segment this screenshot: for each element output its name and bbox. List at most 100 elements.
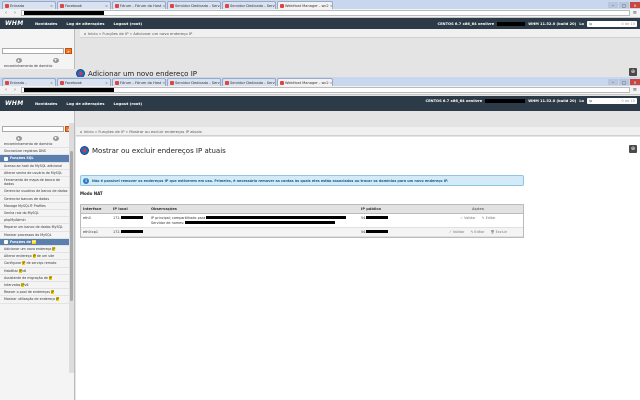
- whm-logo: WHM: [5, 20, 24, 27]
- favicon-icon: [225, 80, 229, 85]
- sidebar-search-input[interactable]: [2, 126, 64, 132]
- edit-button[interactable]: ✎ Editar: [470, 230, 484, 234]
- scrollbar-thumb[interactable]: [70, 151, 73, 301]
- sidebar-item[interactable]: Mostrar utilização de endereço IP: [0, 296, 74, 304]
- table-row: eth0:cp1 172. 54. ✓ Validar ✎ Editar 🗑 Excl…: [81, 228, 523, 237]
- whm-logo: WHM: [5, 100, 24, 107]
- nav-log-alteracoes[interactable]: Log de alterações: [66, 21, 104, 26]
- search-icon[interactable]: ⌕: [65, 48, 72, 54]
- sidebar-item[interactable]: Acesso ao host do MySQL adicional: [0, 163, 74, 170]
- forward-icon[interactable]: ›: [12, 87, 18, 93]
- sidebar-item[interactable]: Gerenciar usuários de banco de dados: [0, 188, 74, 196]
- forward-icon[interactable]: ›: [12, 10, 18, 16]
- sidebar-item[interactable]: phpMyAdmin: [0, 217, 74, 225]
- sidebar-item[interactable]: Adicionar um novo endereço IP: [0, 246, 74, 254]
- minimize-icon[interactable]: –: [608, 79, 618, 85]
- menu-icon[interactable]: ≡: [633, 87, 637, 93]
- expand-icon[interactable]: ⊕: [629, 145, 637, 153]
- browser-tab[interactable]: Servidor Dedicado - Serv×: [222, 1, 276, 9]
- nav-log-alteracoes[interactable]: Log de alterações: [66, 101, 104, 106]
- sidebar-scrollbar[interactable]: [69, 123, 74, 373]
- back-url-field[interactable]: [21, 10, 630, 16]
- url-field[interactable]: [21, 87, 630, 93]
- find-bar[interactable]: ip 0 de 10: [587, 98, 637, 104]
- browser-tab[interactable]: Entrada - ×: [2, 78, 56, 86]
- tab-strip: Entrada - × Facebook × Fórum - Fórum do Host…: [0, 77, 640, 86]
- close-tab-icon[interactable]: ×: [50, 4, 53, 8]
- sidebar-item[interactable]: Assistente de migração de IP: [0, 275, 74, 283]
- find-bar[interactable]: ip 0 de 10: [587, 20, 637, 27]
- browser-tab[interactable]: Facebook ×: [57, 1, 111, 9]
- maximize-icon[interactable]: □: [619, 79, 629, 85]
- os-info: CENTOS 6.7 x86_64 xenlivre: [437, 21, 495, 26]
- sidebar-item[interactable]: Manage MySQL® Profiles: [0, 203, 74, 211]
- close-tab-icon[interactable]: ×: [105, 81, 108, 85]
- back-address-bar: ‹ › ≡: [0, 9, 640, 18]
- sidebar-item[interactable]: Mostrar processos do MySQL: [0, 232, 74, 239]
- close-window-icon[interactable]: ×: [630, 2, 640, 8]
- favicon-icon: [5, 80, 9, 85]
- sidebar-item[interactable]: Reparar um banco de dados MySQL: [0, 224, 74, 232]
- section-icon: [4, 239, 8, 244]
- minimize-icon[interactable]: –: [608, 2, 618, 8]
- close-tab-icon[interactable]: ×: [50, 81, 53, 85]
- browser-tab[interactable]: Servidor Dedicado - Serv×: [222, 78, 276, 86]
- hostname-redacted: [485, 99, 526, 103]
- validate-button[interactable]: ✓ Validar: [460, 216, 476, 220]
- back-whm-header: WHM Novidades Log de alterações Logout (…: [0, 18, 640, 29]
- close-tab-icon[interactable]: ×: [162, 81, 165, 85]
- back-sidebar-item[interactable]: encaminhamento de domínio: [0, 63, 74, 71]
- browser-tab[interactable]: WebHost Manager - wc2 ×: [277, 1, 333, 9]
- info-icon: i: [83, 177, 89, 184]
- sidebar-item[interactable]: Configurar IP de serviço remoto: [0, 260, 74, 268]
- sidebar-section[interactable]: Funções de IP: [0, 238, 74, 247]
- browser-tab[interactable]: Facebook ×: [57, 78, 111, 86]
- expand-icon[interactable]: ⊕: [629, 68, 637, 76]
- search-highlight: IP: [19, 268, 23, 273]
- nav-novidades[interactable]: Novidades: [35, 101, 57, 106]
- nav-novidades[interactable]: Novidades: [35, 21, 57, 26]
- browser-tab[interactable]: Servidor Dedicado - Serv×: [167, 78, 221, 86]
- close-window-icon[interactable]: ×: [630, 79, 640, 85]
- close-tab-icon[interactable]: ×: [330, 81, 332, 85]
- table-header: Interface IP local Observações IP públic…: [81, 205, 523, 214]
- browser-tab[interactable]: Fórum - Fórum do Host ×: [112, 78, 166, 86]
- maximize-icon[interactable]: □: [619, 2, 629, 8]
- sidebar-item[interactable]: Senha raiz do MySQL: [0, 210, 74, 218]
- browser-tab[interactable]: Entrada ×: [2, 1, 56, 9]
- validate-button[interactable]: ✓ Validar: [449, 230, 465, 234]
- sidebar-item[interactable]: Sincronizar registros DNS: [0, 148, 74, 156]
- search-highlight: IP: [51, 290, 55, 295]
- down-arrow-icon[interactable]: ▼: [52, 135, 59, 141]
- close-tab-icon[interactable]: ×: [162, 4, 165, 8]
- delete-button[interactable]: 🗑 Excluir: [490, 230, 507, 234]
- back-icon[interactable]: ‹: [3, 10, 9, 16]
- back-icon[interactable]: ‹: [3, 87, 9, 93]
- sidebar-item[interactable]: Habilitar IPv6: [0, 268, 74, 275]
- sidebar-item[interactable]: Gerenciar bancos de dados: [0, 196, 74, 203]
- nav-logout[interactable]: Logout (root): [113, 21, 142, 26]
- sidebar-item[interactable]: Alterar endereço IP de um site: [0, 253, 74, 261]
- close-tab-icon[interactable]: ×: [105, 4, 108, 8]
- favicon-icon: [60, 80, 64, 85]
- browser-tab[interactable]: Servidor Dedicado - Serv×: [167, 1, 221, 9]
- up-arrow-icon[interactable]: ▲: [15, 57, 22, 63]
- whm-extra: Lo: [579, 99, 584, 103]
- browser-tab[interactable]: Fórum - Fórum do Host ×: [112, 1, 166, 9]
- ip-table: Interface IP local Observações IP públic…: [80, 204, 524, 238]
- sidebar-item[interactable]: Intervalos IPv6: [0, 282, 74, 290]
- up-arrow-icon[interactable]: ▲: [15, 135, 22, 141]
- menu-icon[interactable]: ≡: [633, 10, 637, 16]
- favicon-icon: [115, 3, 119, 8]
- sidebar-section[interactable]: Funções SQL: [0, 155, 74, 163]
- close-tab-icon[interactable]: ×: [330, 4, 332, 8]
- sidebar-item[interactable]: Ferramenta de mapa de banco de dados: [0, 177, 74, 189]
- nav-logout[interactable]: Logout (root): [113, 101, 142, 106]
- browser-tab[interactable]: WebHost Manager - wc2 ×: [277, 78, 333, 86]
- sidebar-item[interactable]: encaminhamento de domínio: [0, 141, 74, 149]
- down-arrow-icon[interactable]: ▼: [52, 57, 59, 63]
- sidebar-item[interactable]: Reaver o pool de endereços IP: [0, 289, 74, 297]
- back-sidebar-search[interactable]: [2, 48, 64, 54]
- sidebar-item[interactable]: Alterar senha de usuário do MySQL: [0, 170, 74, 178]
- edit-button[interactable]: ✎ Editar: [482, 216, 496, 220]
